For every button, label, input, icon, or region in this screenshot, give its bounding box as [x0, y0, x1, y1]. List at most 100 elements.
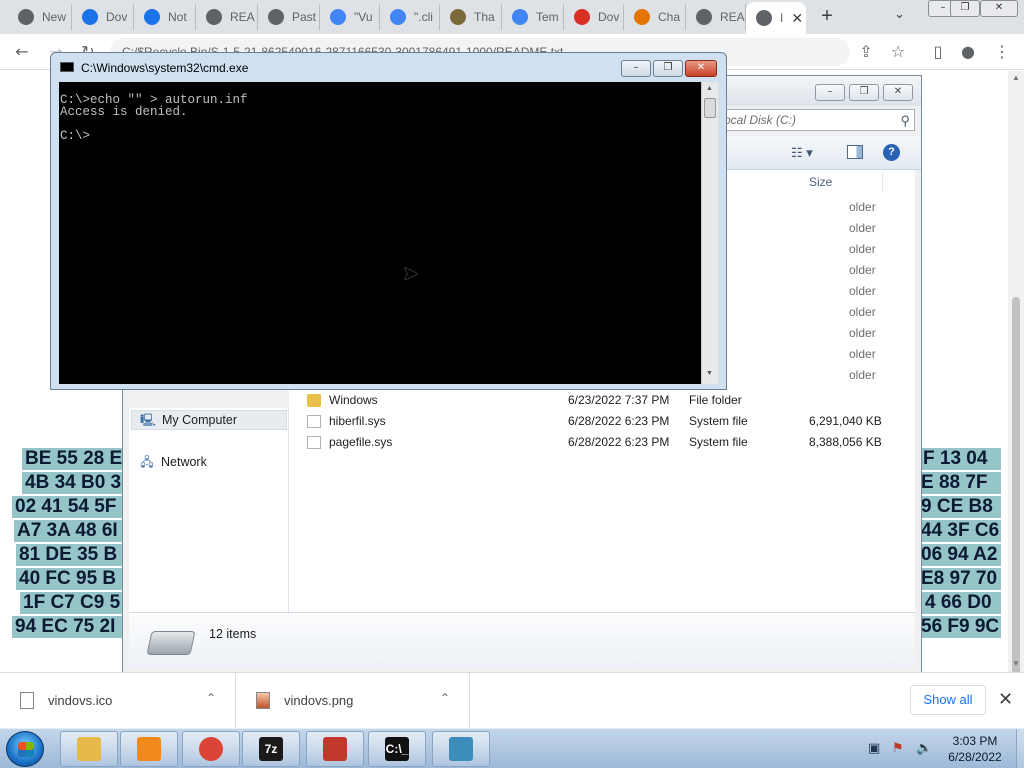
bookmark-star-icon[interactable]: ☆: [888, 42, 908, 62]
chevron-up-icon[interactable]: ⌃: [440, 691, 450, 705]
browser-menu-icon[interactable]: ⋮: [992, 42, 1012, 62]
explorer-minimize-button[interactable]: –: [815, 84, 845, 101]
download-shelf: vindovs.ico ⌃ vindovs.png ⌃ Show all ✕: [0, 672, 1024, 728]
scroll-up-icon[interactable]: ▲: [706, 85, 713, 92]
explorer-maximize-button[interactable]: ❐: [849, 84, 879, 101]
file-icon: [20, 692, 34, 709]
file-size: 8,388,056 KB: [809, 435, 882, 449]
browser-tab[interactable]: Cha: [624, 4, 686, 30]
close-tab-icon[interactable]: ✕: [791, 10, 803, 27]
taskbar-chrome-button[interactable]: [182, 731, 240, 767]
hex-row-left: 1F C7 C9 5: [20, 592, 132, 614]
start-button[interactable]: [6, 731, 44, 767]
file-name: hiberfil.sys: [329, 414, 386, 428]
help-icon[interactable]: ?: [883, 144, 900, 161]
file-row[interactable]: Windows 6/23/2022 7:37 PM File folder: [289, 390, 915, 411]
browser-tab[interactable]: Not: [134, 4, 196, 30]
taskbar-7zip-button[interactable]: 7z: [242, 731, 300, 767]
chevron-up-icon[interactable]: ⌃: [206, 691, 216, 705]
taskbar-cmd-button[interactable]: C:\_: [368, 731, 426, 767]
volume-icon[interactable]: 🔈: [916, 741, 932, 756]
tab-label: Past: [292, 10, 317, 24]
browser-tab[interactable]: REA: [196, 4, 258, 30]
file-date: 6/28/2022 6:23 PM: [568, 414, 670, 428]
hex-row-left: 94 EC 75 2I: [12, 616, 124, 638]
browser-close-button[interactable]: ✕: [980, 0, 1018, 17]
search-icon[interactable]: ⚲: [900, 111, 910, 131]
file-name: Windows: [329, 393, 378, 407]
scroll-up-icon[interactable]: ▲: [1012, 73, 1020, 82]
taskbar-explorer-button[interactable]: [60, 731, 118, 767]
tab-label: Tha: [474, 10, 495, 24]
hex-row-left: BE 55 28 E: [22, 448, 134, 470]
download-item[interactable]: vindovs.ico ⌃: [0, 673, 236, 728]
tray-device-icon[interactable]: ▣: [868, 741, 880, 756]
show-desktop-button[interactable]: [1016, 729, 1024, 768]
browser-tab[interactable]: "Vu: [320, 4, 380, 30]
browser-tab[interactable]: Tha: [440, 4, 502, 30]
file-date: 6/23/2022 7:37 PM: [568, 393, 670, 407]
share-icon[interactable]: ⇪: [856, 42, 876, 62]
file-size: 6,291,040 KB: [809, 414, 882, 428]
browser-tab[interactable]: Dov: [72, 4, 134, 30]
file-row[interactable]: hiberfil.sys 6/28/2022 6:23 PM System file…: [289, 411, 915, 432]
system-clock[interactable]: 3:03 PM 6/28/2022: [940, 733, 1010, 765]
new-tab-button[interactable]: +: [814, 5, 840, 29]
cmd-scrollbar[interactable]: ▲ ▼: [701, 82, 718, 384]
column-header-size[interactable]: Size: [809, 170, 832, 194]
explorer-close-button[interactable]: ✕: [883, 84, 913, 101]
file-name: pagefile.sys: [329, 435, 393, 449]
media-icon: [137, 737, 161, 761]
nav-item-my-computer[interactable]: 🖳 My Computer: [131, 410, 287, 430]
tab-active[interactable]: I ✕: [746, 2, 806, 34]
file-type-cell: older: [849, 347, 876, 361]
chrome-icon: [756, 10, 772, 26]
tray-network-warning-icon[interactable]: ⚑: [892, 741, 904, 756]
cmd-console-output[interactable]: C:\>echo "" > autorun.inf Access is deni…: [59, 82, 701, 384]
windows-taskbar: 7z C:\_ ▣ ⚑ 🔈 3:03 PM 6/28/2022: [0, 728, 1024, 768]
page-scrollbar[interactable]: ▲ ▼: [1008, 71, 1024, 725]
show-all-downloads-button[interactable]: Show all: [910, 685, 986, 715]
browser-tab[interactable]: Past: [258, 4, 320, 30]
preview-pane-icon[interactable]: [847, 145, 863, 159]
hex-row-left: 02 41 54 5F: [12, 496, 124, 518]
close-download-shelf-icon[interactable]: ✕: [998, 689, 1013, 710]
browser-tab[interactable]: REA: [686, 4, 746, 30]
cmd-title: C:\Windows\system32\cmd.exe: [81, 61, 249, 75]
cmd-scrollbar-thumb[interactable]: [704, 98, 716, 118]
cubes-icon: [449, 737, 473, 761]
browser-tab[interactable]: Tem: [502, 4, 564, 30]
cmd-maximize-button[interactable]: ❐: [653, 60, 683, 77]
explorer-search-input[interactable]: ocal Disk (C:) ⚲: [719, 109, 915, 131]
cmd-minimize-button[interactable]: –: [621, 60, 651, 77]
hex-row-left: 81 DE 35 B: [16, 544, 128, 566]
browser-restore-button[interactable]: ❐: [950, 0, 980, 17]
browser-tab[interactable]: ".cli: [380, 4, 440, 30]
cmd-titlebar[interactable]: C:\Windows\system32\cmd.exe – ❐ ✕: [51, 53, 726, 79]
chrome-icon: [268, 9, 284, 25]
google-icon: [512, 9, 528, 25]
browser-tab[interactable]: New: [8, 4, 72, 30]
view-options-icon[interactable]: ☷ ▾: [791, 145, 813, 161]
file-row[interactable]: pagefile.sys 6/28/2022 6:23 PM System file…: [289, 432, 915, 453]
file-type-cell: older: [849, 263, 876, 277]
clock-time: 3:03 PM: [952, 734, 998, 748]
taskbar-media-player-button[interactable]: [120, 731, 178, 767]
scroll-down-icon[interactable]: ▼: [706, 370, 713, 377]
cmd-close-button[interactable]: ✕: [685, 60, 717, 77]
nav-item-network[interactable]: 🖧 Network: [139, 452, 207, 472]
profile-avatar[interactable]: ●: [958, 42, 978, 62]
image-icon: [256, 692, 270, 709]
file-icon: [307, 415, 321, 428]
tab-search-icon[interactable]: ⌄: [894, 6, 905, 22]
taskbar-toolbox-button[interactable]: [306, 731, 364, 767]
scroll-down-icon[interactable]: ▼: [1012, 659, 1020, 668]
hex-row-right: E8 97 70: [918, 568, 1001, 590]
taskbar-network-tool-button[interactable]: [432, 731, 490, 767]
download-item[interactable]: vindovs.png ⌃: [236, 673, 470, 728]
side-panel-icon[interactable]: ▯: [928, 42, 948, 62]
back-arrow-icon[interactable]: ←: [12, 42, 32, 62]
browser-tab[interactable]: Dov: [564, 4, 624, 30]
hex-row-right: 56 F9 9C: [918, 616, 1001, 638]
file-type-cell: older: [849, 221, 876, 235]
